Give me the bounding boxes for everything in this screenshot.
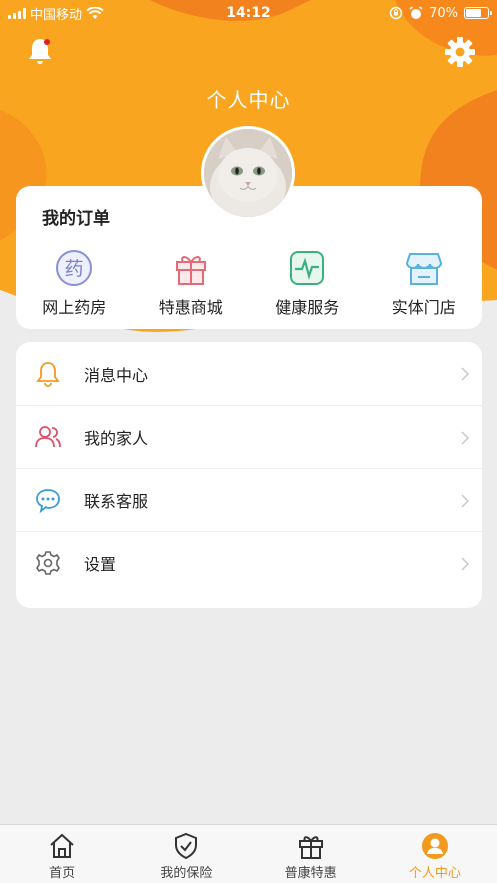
signal-icon — [8, 7, 26, 19]
health-monitor-icon — [290, 251, 325, 285]
menu-item-settings[interactable]: 设置 — [16, 531, 482, 594]
order-item-label: 特惠商城 — [158, 298, 223, 317]
menu-item-label: 联系客服 — [84, 492, 149, 511]
tab-label: 我的保险 — [160, 866, 213, 881]
notification-button[interactable] — [26, 36, 54, 66]
chevron-right-icon — [461, 494, 470, 508]
page-title: 个人中心 — [206, 88, 291, 112]
battery-icon — [464, 7, 492, 19]
settings-button[interactable] — [444, 36, 476, 68]
bell-icon — [36, 361, 60, 387]
menu-item-label: 消息中心 — [84, 365, 149, 385]
menu-item-messages[interactable]: 消息中心 — [16, 342, 482, 405]
order-item-mall[interactable]: 特惠商城 — [133, 248, 250, 318]
order-item-label: 网上药房 — [42, 298, 107, 317]
tab-label: 个人中心 — [408, 866, 461, 881]
tab-bar: 首页 我的保险 普康特惠 个人中心 — [0, 824, 497, 883]
pharmacy-glyph: 药 — [65, 258, 84, 280]
home-icon — [50, 833, 74, 858]
order-title: 我的订单 — [42, 209, 110, 229]
alarm-icon — [409, 6, 423, 19]
chevron-right-icon — [461, 367, 470, 381]
order-item-pharmacy[interactable]: 药 网上药房 — [16, 248, 133, 318]
order-item-health[interactable]: 健康服务 — [249, 248, 366, 318]
menu-item-customer-service[interactable]: 联系客服 — [16, 468, 482, 531]
tab-profile[interactable]: 个人中心 — [373, 825, 497, 883]
tab-label: 首页 — [49, 866, 76, 881]
gear-icon — [36, 551, 60, 575]
avatar[interactable] — [201, 126, 295, 220]
wifi-icon — [86, 6, 104, 19]
battery-percent: 70% — [429, 5, 458, 21]
order-item-label: 健康服务 — [275, 298, 340, 317]
status-bar: 中国移动 14:12 70% — [0, 0, 497, 26]
bell-icon — [29, 39, 51, 64]
carrier-label: 中国移动 — [30, 7, 83, 23]
gear-icon — [445, 37, 475, 67]
family-icon — [35, 426, 61, 448]
tab-home[interactable]: 首页 — [0, 825, 124, 883]
order-item-label: 实体门店 — [391, 298, 456, 317]
user-icon — [421, 833, 448, 859]
store-icon — [405, 253, 442, 285]
menu-card: 消息中心 我的家人 联系客服 设置 — [16, 342, 482, 608]
gift-icon — [298, 836, 323, 859]
tab-insurance[interactable]: 我的保险 — [124, 825, 248, 883]
chat-icon — [36, 489, 60, 514]
shield-check-icon — [175, 832, 198, 860]
menu-item-label: 设置 — [84, 555, 117, 574]
order-item-store[interactable]: 实体门店 — [366, 248, 483, 318]
gift-icon — [175, 256, 206, 285]
rotation-lock-icon — [389, 6, 403, 20]
chevron-right-icon — [461, 431, 470, 445]
chevron-right-icon — [461, 557, 470, 571]
menu-item-label: 我的家人 — [84, 429, 149, 448]
tab-deals[interactable]: 普康特惠 — [249, 825, 373, 883]
cat-photo — [204, 129, 292, 217]
menu-item-family[interactable]: 我的家人 — [16, 405, 482, 468]
pharmacy-icon: 药 — [56, 250, 93, 286]
tab-label: 普康特惠 — [284, 866, 337, 881]
